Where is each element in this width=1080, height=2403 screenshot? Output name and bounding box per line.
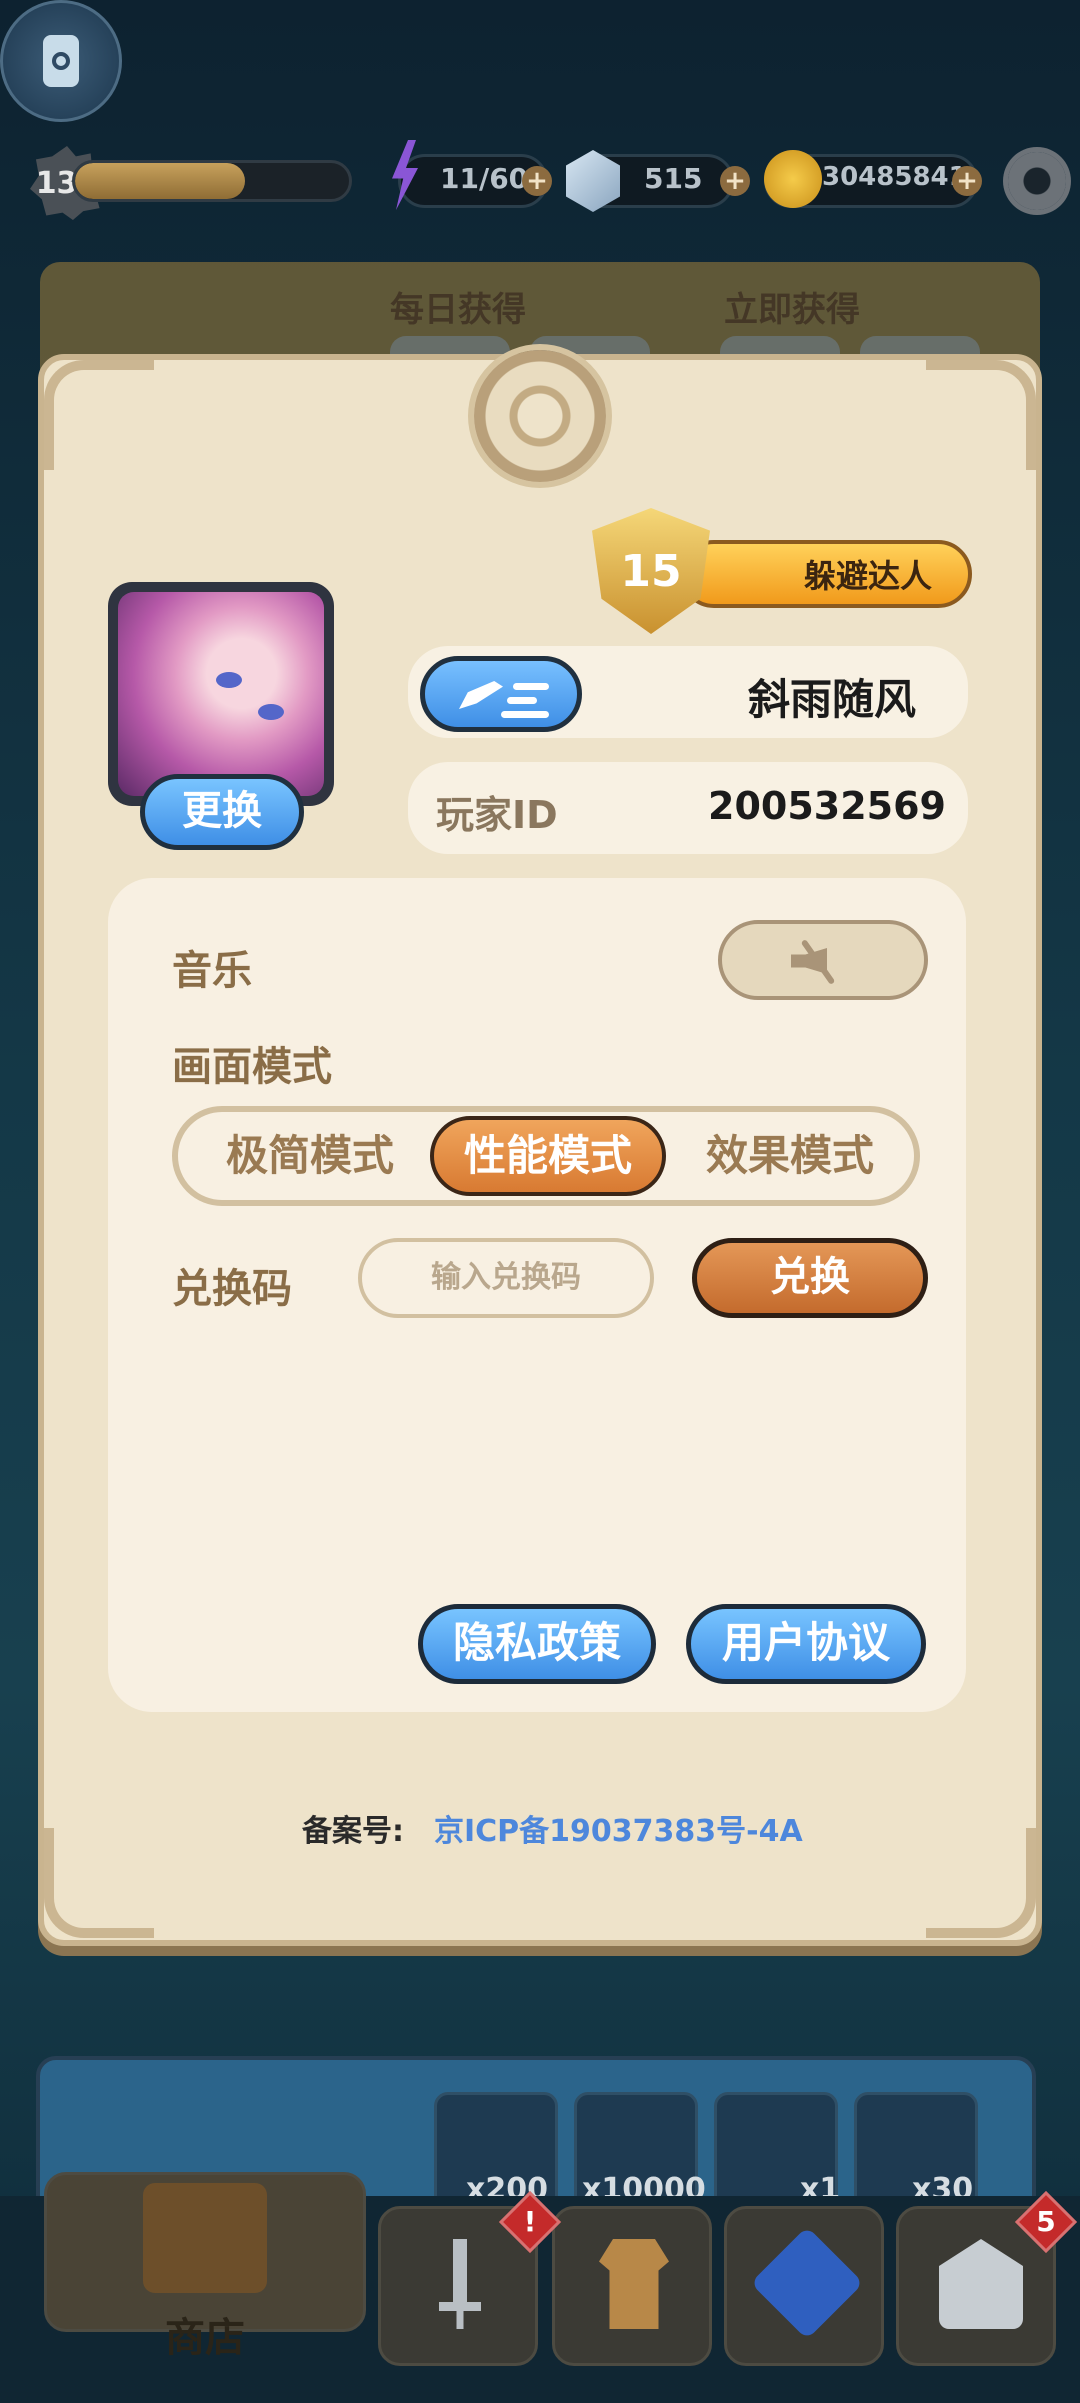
add-energy-button[interactable]: + <box>522 166 552 196</box>
nav-weapons-alert-text: ! <box>523 2205 537 2238</box>
music-label: 音乐 <box>172 948 252 994</box>
top-profile-avatar[interactable] <box>0 0 122 122</box>
xp-progress-fill <box>75 163 245 199</box>
add-gems-button[interactable]: + <box>720 166 750 196</box>
coin-value: 30485841 <box>822 162 967 192</box>
nav-shop-label: 商店 <box>165 2315 245 2361</box>
modal-corner-ornament <box>926 1828 1036 1938</box>
key-map-icon <box>750 2226 864 2340</box>
avatar-portrait <box>118 592 324 796</box>
icp-number-link[interactable]: 京ICP备19037383号-4A <box>434 1806 803 1850</box>
settings-gear-icon[interactable] <box>1008 152 1066 210</box>
nav-shop[interactable]: 商店 <box>44 2172 366 2361</box>
mode-option-performance[interactable]: 性能模式 <box>430 1116 666 1196</box>
graphics-mode-label: 画面模式 <box>172 1044 332 1090</box>
mode-option-minimal[interactable]: 极简模式 <box>200 1116 420 1196</box>
energy-value: 11/60 <box>440 162 529 195</box>
armor-icon <box>599 2239 669 2329</box>
modal-corner-ornament <box>44 1828 154 1938</box>
player-id-label: 玩家ID <box>436 793 558 837</box>
modal-gear-icon <box>474 350 606 482</box>
treasure-chest-icon <box>143 2183 267 2293</box>
badge-level-text: 15 <box>620 545 682 597</box>
player-avatar[interactable] <box>108 582 334 806</box>
badge-title-text: 躲避达人 <box>803 557 932 595</box>
mute-speaker-icon <box>791 938 855 986</box>
modal-corner-ornament <box>44 360 154 470</box>
redeem-code-label: 兑换码 <box>172 1266 292 1312</box>
user-agreement-button[interactable]: 用户协议 <box>686 1604 926 1684</box>
music-toggle[interactable] <box>718 920 928 1000</box>
nav-hall-count-text: 5 <box>1036 2205 1056 2238</box>
profile-card-icon <box>43 35 79 87</box>
player-name: 斜雨随风 <box>748 675 917 724</box>
title-badge: 躲避达人 <box>680 540 972 608</box>
xp-progress-bar <box>72 160 352 202</box>
modal-corner-ornament <box>926 360 1036 470</box>
redeem-code-input[interactable]: 输入兑换码 <box>358 1238 654 1318</box>
edit-name-button[interactable] <box>420 656 582 732</box>
mode-option-effects[interactable]: 效果模式 <box>680 1116 900 1196</box>
icp-label: 备案号: <box>302 1814 404 1849</box>
gem-value: 515 <box>644 162 703 195</box>
instant-rewards-label: 立即获得 <box>724 290 860 330</box>
daily-rewards-label: 每日获得 <box>390 290 526 330</box>
player-id-value: 200532569 <box>708 784 946 828</box>
temple-icon <box>939 2239 1023 2329</box>
nav-map[interactable] <box>724 2206 884 2366</box>
add-coins-button[interactable]: + <box>952 166 982 196</box>
privacy-policy-button[interactable]: 隐私政策 <box>418 1604 656 1684</box>
coin-icon <box>764 150 822 208</box>
redeem-button[interactable]: 兑换 <box>692 1238 928 1318</box>
sword-icon <box>439 2239 481 2329</box>
nav-equipment[interactable] <box>552 2206 712 2366</box>
edit-pen-icon <box>459 681 503 709</box>
change-avatar-button[interactable]: 更换 <box>140 774 304 850</box>
